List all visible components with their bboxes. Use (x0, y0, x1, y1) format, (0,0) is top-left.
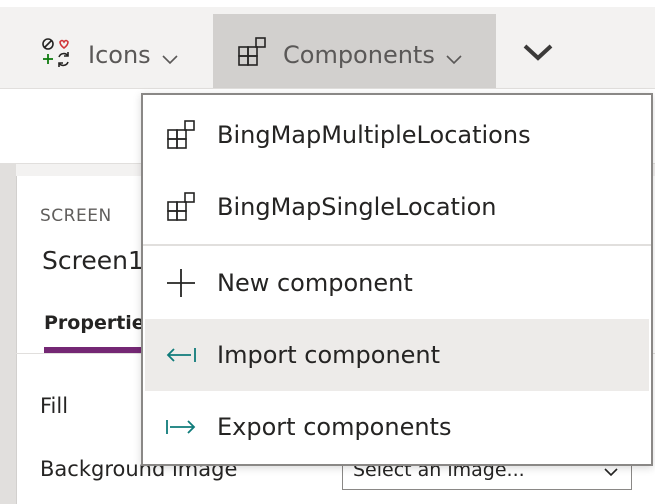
components-menu-label: Components (283, 40, 435, 69)
menu-item-label: BingMapMultipleLocations (217, 121, 531, 149)
component-icon (165, 191, 197, 223)
tree-view-strip (0, 164, 16, 504)
chevron-down-icon (161, 44, 179, 72)
menu-item-import-component[interactable]: Import component (145, 319, 649, 391)
export-icon (165, 411, 197, 443)
component-icon (165, 119, 197, 151)
menu-item-label: Export components (217, 413, 452, 441)
fill-property-label: Fill (40, 394, 69, 418)
menu-item-label: New component (217, 269, 413, 297)
menu-item-bingmap-single-location[interactable]: BingMapSingleLocation (145, 171, 649, 243)
chevron-down-icon (445, 44, 463, 72)
icons-icon (40, 36, 72, 74)
plus-icon (165, 267, 197, 299)
control-type-caption: SCREEN (40, 206, 112, 226)
import-icon (165, 339, 197, 371)
selected-control-name: Screen1 (42, 246, 144, 275)
tab-properties[interactable]: Properties (44, 312, 156, 334)
components-menu-button[interactable]: Components (213, 14, 496, 95)
icons-menu-button[interactable]: Icons (0, 14, 212, 95)
menu-item-label: Import component (217, 341, 441, 369)
menu-item-bingmap-multiple-locations[interactable]: BingMapMultipleLocations (145, 99, 649, 171)
menu-item-new-component[interactable]: New component (145, 247, 649, 319)
menu-item-label: BingMapSingleLocation (217, 193, 497, 221)
icons-menu-label: Icons (88, 40, 151, 69)
component-icon (237, 36, 267, 73)
ribbon: Icons Components (0, 0, 655, 95)
chevron-down-icon (521, 41, 555, 69)
components-dropdown-menu: BingMapMultipleLocations BingMapSingleLo… (141, 93, 653, 466)
menu-separator (143, 244, 651, 246)
ribbon-overflow-button[interactable] (496, 14, 580, 95)
menu-item-export-components[interactable]: Export components (145, 391, 649, 463)
